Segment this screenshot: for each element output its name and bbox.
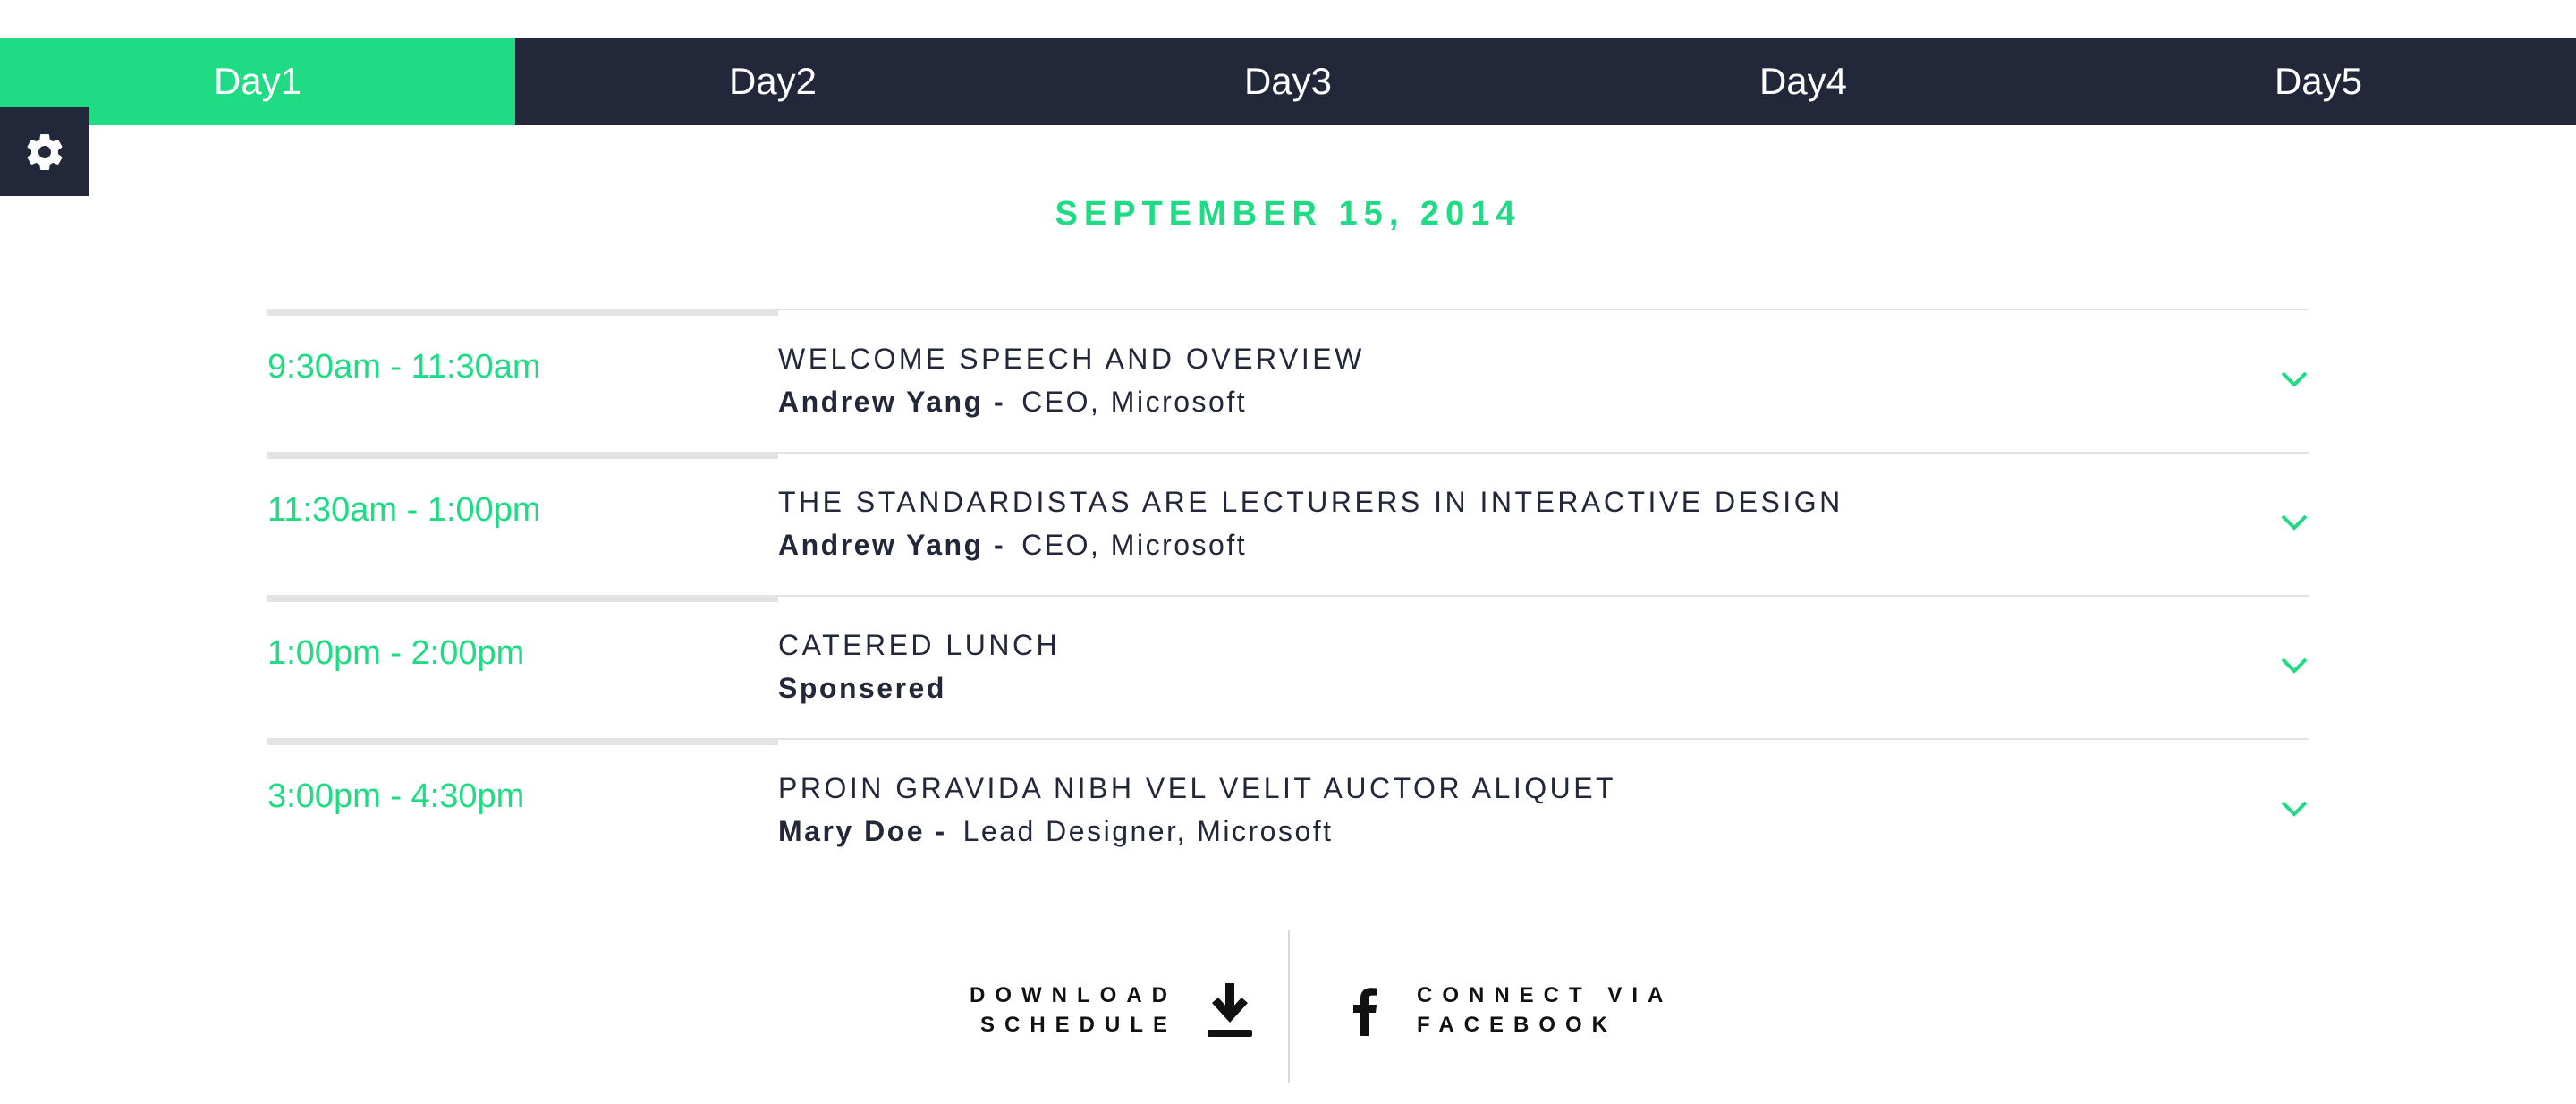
session-time: 11:30am - 1:00pm xyxy=(267,491,541,529)
tab-day5[interactable]: Day5 xyxy=(2061,38,2576,125)
speaker-separator: - xyxy=(994,386,1006,418)
speaker-name: Mary Doe xyxy=(778,815,926,847)
settings-button[interactable] xyxy=(0,107,89,196)
chevron-down-icon[interactable] xyxy=(2280,799,2309,819)
day-tabs: Day1 Day2 Day3 Day4 Day5 xyxy=(0,38,2576,125)
session-row[interactable]: 11:30am - 1:00pm THE STANDARDISTAS ARE L… xyxy=(267,452,2309,595)
tab-day2[interactable]: Day2 xyxy=(515,38,1030,125)
facebook-icon xyxy=(1353,988,1377,1036)
speaker-separator: - xyxy=(994,529,1006,561)
speaker-name: Sponsered xyxy=(778,672,946,704)
time-column-rule xyxy=(267,452,778,459)
speaker-role: Lead Designer, Microsoft xyxy=(962,815,1334,847)
session-title: CATERED LUNCH xyxy=(778,629,1061,661)
speaker-name: Andrew Yang xyxy=(778,386,984,418)
download-icon xyxy=(1208,983,1252,1037)
time-column-rule xyxy=(267,738,778,745)
download-schedule-label: DOWNLOAD SCHEDULE xyxy=(970,983,1177,1037)
footer-actions: DOWNLOAD SCHEDULE CONNECT VIA FACEBOOK xyxy=(0,930,2576,1083)
session-row[interactable]: 3:00pm - 4:30pm PROIN GRAVIDA NIBH VEL V… xyxy=(267,738,2309,881)
session-speaker: Andrew Yang - CEO, Microsoft xyxy=(778,386,1247,419)
session-time: 3:00pm - 4:30pm xyxy=(267,777,525,815)
session-time: 1:00pm - 2:00pm xyxy=(267,634,525,672)
download-schedule-link[interactable]: DOWNLOAD SCHEDULE xyxy=(970,981,1256,1040)
connect-facebook-label: CONNECT VIA FACEBOOK xyxy=(1417,983,1674,1037)
speaker-role: CEO, Microsoft xyxy=(1021,529,1248,561)
speaker-role: CEO, Microsoft xyxy=(1021,386,1248,418)
time-column-rule xyxy=(267,595,778,602)
session-title: THE STANDARDISTAS ARE LECTURERS IN INTER… xyxy=(778,486,1843,518)
schedule-date: SEPTEMBER 15, 2014 xyxy=(1055,195,1521,233)
session-time: 9:30am - 11:30am xyxy=(267,348,541,386)
connect-facebook-link[interactable]: CONNECT VIA FACEBOOK xyxy=(1352,981,1673,1040)
session-title: PROIN GRAVIDA NIBH VEL VELIT AUCTOR ALIQ… xyxy=(778,772,1617,804)
speaker-separator: - xyxy=(935,815,947,847)
session-list: 9:30am - 11:30am WELCOME SPEECH AND OVER… xyxy=(267,309,2309,881)
session-row[interactable]: 1:00pm - 2:00pm CATERED LUNCH Sponsered xyxy=(267,595,2309,738)
time-column-rule xyxy=(267,309,778,316)
tab-day3[interactable]: Day3 xyxy=(1030,38,1546,125)
session-speaker: Sponsered xyxy=(778,672,946,705)
session-title: WELCOME SPEECH AND OVERVIEW xyxy=(778,343,1365,375)
chevron-down-icon[interactable] xyxy=(2280,513,2309,532)
chevron-down-icon[interactable] xyxy=(2280,656,2309,675)
session-speaker: Mary Doe - Lead Designer, Microsoft xyxy=(778,815,1334,848)
speaker-name: Andrew Yang xyxy=(778,529,984,561)
session-row[interactable]: 9:30am - 11:30am WELCOME SPEECH AND OVER… xyxy=(267,309,2309,452)
tab-day4[interactable]: Day4 xyxy=(1546,38,2061,125)
chevron-down-icon[interactable] xyxy=(2280,369,2309,389)
gear-icon xyxy=(27,133,62,170)
session-speaker: Andrew Yang - CEO, Microsoft xyxy=(778,529,1247,562)
footer-divider xyxy=(1288,930,1290,1083)
